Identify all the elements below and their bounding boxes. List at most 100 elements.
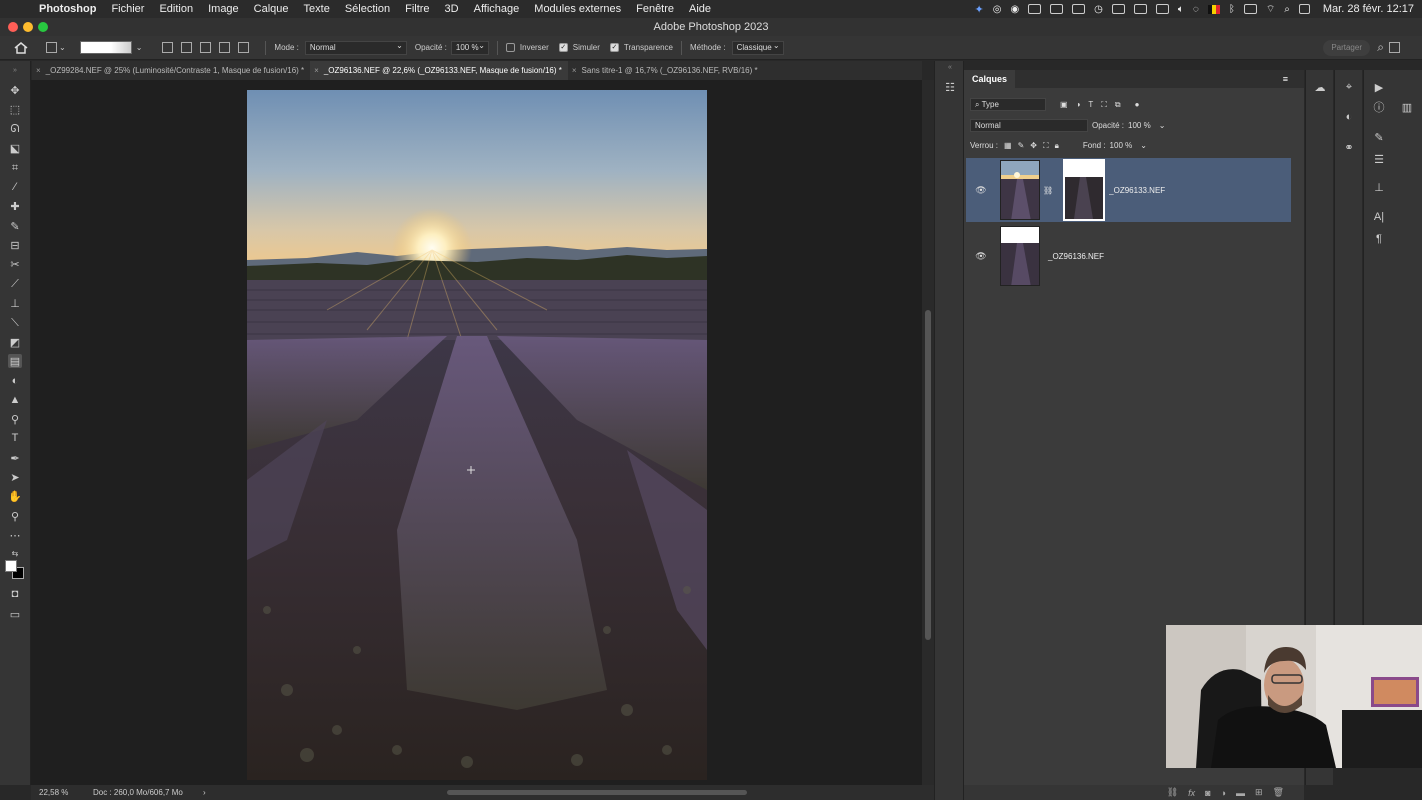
dodge-tool-icon[interactable]: ⚲ bbox=[8, 412, 22, 426]
brush-tool-icon[interactable]: ✎ bbox=[8, 219, 22, 233]
tab-document-1[interactable]: × _OZ99284.NEF @ 25% (Luminosité/Contrast… bbox=[32, 61, 310, 80]
link-layers-icon[interactable]: ⛓︎ bbox=[1167, 787, 1178, 798]
paragraph-icon[interactable]: ¶ bbox=[1372, 232, 1386, 246]
filter-shape-icon[interactable]: ⛶ bbox=[1101, 100, 1107, 110]
spotlight-icon[interactable]: ⌕ bbox=[1284, 4, 1290, 15]
mask-link-icon[interactable]: ⛓︎ bbox=[1043, 186, 1053, 195]
layer-thumbnail[interactable] bbox=[1000, 160, 1040, 220]
new-layer-icon[interactable]: ⊞ bbox=[1255, 787, 1263, 798]
lock-position-icon[interactable]: ✥ bbox=[1030, 141, 1037, 150]
workspace-icon[interactable] bbox=[1389, 42, 1400, 53]
new-group-icon[interactable]: ▬ bbox=[1236, 788, 1245, 798]
zoom-level[interactable]: 22,58 % bbox=[39, 788, 93, 797]
move-tool-icon[interactable]: ✥ bbox=[8, 83, 22, 97]
tab-document-2[interactable]: × _OZ96136.NEF @ 22,6% (_OZ96133.NEF, Mas… bbox=[310, 61, 568, 80]
brushes-icon[interactable]: ✎ bbox=[1372, 130, 1386, 144]
display-icon[interactable] bbox=[1072, 4, 1086, 14]
channels-icon[interactable]: ⚭ bbox=[1342, 140, 1356, 154]
clipboard-icon[interactable] bbox=[1050, 4, 1064, 14]
character-icon[interactable]: A| bbox=[1372, 210, 1386, 224]
layers-tab[interactable]: Calques bbox=[964, 70, 1016, 88]
object-selection-tool-icon[interactable]: ⬕ bbox=[8, 141, 22, 155]
close-icon[interactable]: × bbox=[36, 66, 41, 75]
menubar-clock[interactable]: Mar. 28 févr. 12:17 bbox=[1323, 3, 1414, 15]
menu-modules-externes[interactable]: Modules externes bbox=[534, 3, 621, 15]
zoom-window-button[interactable] bbox=[38, 22, 48, 32]
record-icon[interactable]: ◉ bbox=[1010, 4, 1019, 15]
time-machine-icon[interactable]: ◷ bbox=[1094, 4, 1103, 15]
actions-play-icon[interactable]: ▶ bbox=[1372, 80, 1386, 94]
vertical-scrollbar[interactable] bbox=[922, 80, 934, 785]
type-tool-icon[interactable]: T bbox=[8, 431, 22, 445]
blend-mode-select[interactable]: Normal bbox=[970, 119, 1088, 132]
fill-chevron-icon[interactable]: ⌄ bbox=[1140, 141, 1147, 150]
collapse-icon[interactable]: « bbox=[943, 60, 957, 74]
layer-row[interactable]: 👁︎ ⛓︎ _OZ96133.NEF bbox=[966, 158, 1291, 222]
status-menu-arrow[interactable]: › bbox=[203, 788, 206, 797]
opacity-input[interactable]: 100 % bbox=[450, 40, 489, 55]
stamp-tool-icon[interactable]: ⊥ bbox=[8, 296, 22, 310]
properties-icon[interactable]: ☷ bbox=[943, 80, 957, 94]
cc-icon[interactable]: ◎ bbox=[993, 4, 1002, 15]
menu-texte[interactable]: Texte bbox=[304, 3, 330, 15]
layer-mask-thumbnail[interactable] bbox=[1063, 159, 1106, 221]
layer-name[interactable]: _OZ96136.NEF bbox=[1048, 252, 1104, 261]
butterfly-icon[interactable]: ✦ bbox=[974, 3, 983, 16]
camera-icon[interactable] bbox=[1028, 4, 1042, 14]
volume-icon[interactable]: 🔈︎ bbox=[1178, 4, 1184, 15]
screen-mode-icon[interactable]: ▭ bbox=[8, 607, 22, 621]
reflected-gradient-icon[interactable] bbox=[219, 42, 231, 53]
menu-3d[interactable]: 3D bbox=[445, 3, 459, 15]
eyedropper-tool-icon[interactable]: ⁄ bbox=[8, 180, 22, 194]
transparence-checkbox[interactable]: ✓ bbox=[609, 43, 619, 52]
more-tools-icon[interactable]: ⋯ bbox=[8, 528, 22, 542]
gradient-chevron-icon[interactable]: ⌄ bbox=[136, 43, 143, 52]
tool-preset-chevron-icon[interactable]: ⌄ bbox=[59, 43, 66, 52]
fill-value[interactable]: 100 % bbox=[1110, 141, 1133, 150]
layer-thumbnail[interactable] bbox=[1000, 226, 1040, 286]
minimize-window-button[interactable] bbox=[23, 22, 33, 32]
scroll-thumb[interactable] bbox=[925, 310, 931, 640]
methode-select[interactable]: Classique bbox=[731, 40, 784, 55]
gradient-picker[interactable] bbox=[79, 41, 132, 54]
share-button[interactable]: Partager bbox=[1323, 40, 1370, 56]
layer-row[interactable]: 👁︎ _OZ96136.NEF bbox=[966, 224, 1291, 288]
adjustment-layer-icon[interactable]: ◑ bbox=[1221, 788, 1226, 798]
opacity-value[interactable]: 100 % bbox=[1128, 121, 1151, 130]
filter-pixel-icon[interactable]: ▣ bbox=[1060, 100, 1068, 109]
close-icon[interactable]: × bbox=[314, 66, 319, 75]
opacity-chevron-icon[interactable]: ⌄ bbox=[1159, 121, 1166, 130]
grid-icon[interactable] bbox=[1133, 4, 1147, 14]
filter-smart-object-icon[interactable]: ⧉ bbox=[1115, 100, 1121, 110]
simuler-checkbox[interactable]: ✓ bbox=[558, 43, 568, 52]
info-icon[interactable]: ⓘ bbox=[1372, 100, 1386, 114]
layer-name[interactable]: _OZ96133.NEF bbox=[1109, 186, 1165, 195]
menu-calque[interactable]: Calque bbox=[254, 3, 289, 15]
radial-gradient-icon[interactable] bbox=[181, 42, 193, 53]
brush-settings-icon[interactable]: ☰ bbox=[1372, 152, 1386, 166]
horizontal-scrollbar[interactable] bbox=[447, 790, 747, 795]
libraries-icon[interactable]: ☁︎ bbox=[1313, 80, 1327, 94]
healing-brush-tool-icon[interactable]: ✚ bbox=[8, 199, 22, 213]
document-photo[interactable] bbox=[247, 90, 707, 780]
menu-app-name[interactable]: Photoshop bbox=[39, 3, 96, 15]
lasso-tool-icon[interactable]: ᘏ bbox=[8, 122, 22, 136]
menu-fenetre[interactable]: Fenêtre bbox=[636, 3, 674, 15]
menu-affichage[interactable]: Affichage bbox=[474, 3, 520, 15]
panel-menu-icon[interactable]: ≡ bbox=[1275, 70, 1296, 88]
filter-type-icon[interactable]: T bbox=[1088, 100, 1093, 109]
menu-aide[interactable]: Aide bbox=[689, 3, 711, 15]
crop-tool-icon[interactable]: ⌗ bbox=[8, 161, 22, 175]
gradient-tool-icon[interactable]: ▤ bbox=[8, 354, 22, 368]
lock-all-icon[interactable]: 🔒︎ bbox=[1055, 141, 1059, 151]
menu-edition[interactable]: Edition bbox=[159, 3, 193, 15]
visibility-eye-icon[interactable]: 👁︎ bbox=[974, 251, 988, 262]
history-brush-tool-icon[interactable]: ✂ bbox=[8, 257, 22, 271]
pen-tool-icon[interactable]: ✒ bbox=[8, 451, 22, 465]
filter-adjustment-icon[interactable]: ◑ bbox=[1076, 100, 1081, 109]
path-selection-tool-icon[interactable]: ➤ bbox=[8, 470, 22, 484]
histogram-icon[interactable]: ▥ bbox=[1400, 100, 1414, 114]
menu-image[interactable]: Image bbox=[208, 3, 239, 15]
eraser-tool-icon[interactable]: ◩ bbox=[8, 335, 22, 349]
search-icon[interactable]: ⌕ bbox=[1377, 40, 1384, 55]
